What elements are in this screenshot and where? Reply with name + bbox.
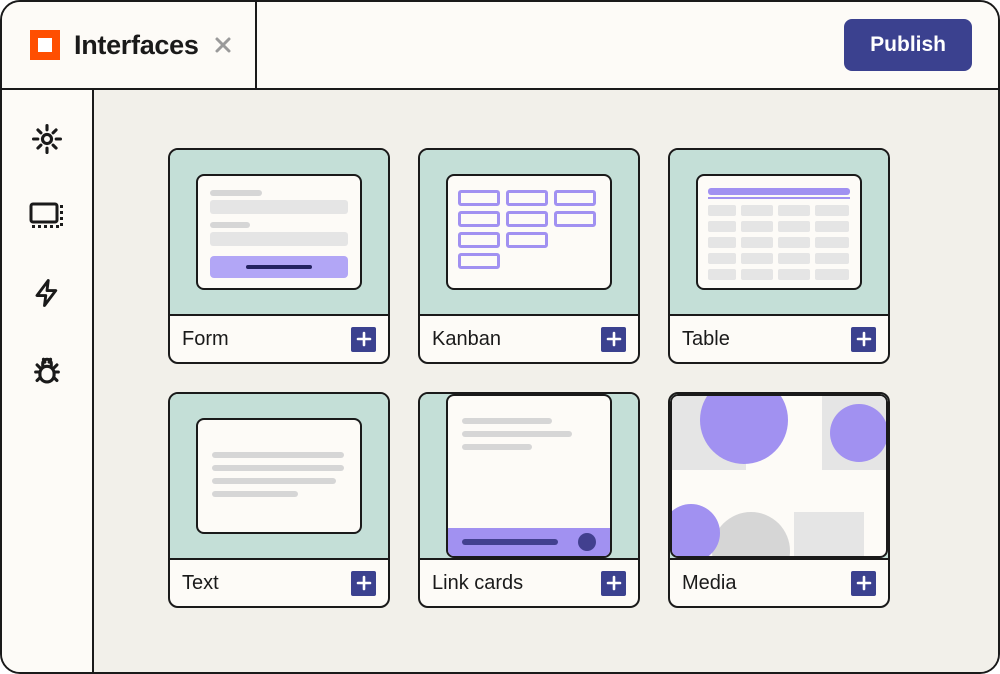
card-label: Link cards [432, 572, 523, 595]
card-table[interactable]: Table [668, 148, 890, 364]
sidebar-item-settings[interactable] [30, 122, 64, 161]
card-label: Table [682, 328, 730, 351]
add-form-button[interactable] [351, 327, 376, 352]
plus-icon [356, 575, 372, 591]
sidebar [2, 90, 94, 672]
add-text-button[interactable] [351, 571, 376, 596]
layout-icon [29, 218, 65, 235]
plus-icon [356, 331, 372, 347]
form-preview [170, 150, 388, 314]
card-text[interactable]: Text [168, 392, 390, 608]
card-label: Media [682, 572, 736, 595]
kanban-preview [420, 150, 638, 314]
body: Form Kanban [2, 90, 998, 672]
plus-icon [606, 331, 622, 347]
link-cards-preview [420, 394, 638, 558]
text-preview [170, 394, 388, 558]
add-media-button[interactable] [851, 571, 876, 596]
card-kanban[interactable]: Kanban [418, 148, 640, 364]
sidebar-item-debug[interactable] [30, 355, 64, 394]
active-tab[interactable]: Interfaces [2, 2, 257, 88]
add-table-button[interactable] [851, 327, 876, 352]
main-canvas: Form Kanban [94, 90, 998, 672]
bug-icon [30, 376, 64, 393]
component-grid: Form Kanban [168, 148, 924, 608]
interfaces-logo-icon [30, 30, 60, 60]
close-icon[interactable] [213, 35, 233, 55]
header-bar: Interfaces Publish [2, 2, 998, 90]
plus-icon [606, 575, 622, 591]
add-kanban-button[interactable] [601, 327, 626, 352]
card-label: Form [182, 328, 229, 351]
plus-icon [856, 575, 872, 591]
tab-title: Interfaces [74, 30, 199, 61]
add-link-cards-button[interactable] [601, 571, 626, 596]
publish-button[interactable]: Publish [844, 19, 972, 71]
sidebar-item-layout[interactable] [29, 201, 65, 236]
media-preview [670, 394, 888, 558]
bolt-icon [32, 297, 62, 314]
card-media[interactable]: Media [668, 392, 890, 608]
plus-icon [856, 331, 872, 347]
card-form[interactable]: Form [168, 148, 390, 364]
card-label: Kanban [432, 328, 501, 351]
card-label: Text [182, 572, 219, 595]
table-preview [670, 150, 888, 314]
app-window: Interfaces Publish [0, 0, 1000, 674]
card-link-cards[interactable]: Link cards [418, 392, 640, 608]
sidebar-item-actions[interactable] [32, 276, 62, 315]
gear-icon [30, 143, 64, 160]
